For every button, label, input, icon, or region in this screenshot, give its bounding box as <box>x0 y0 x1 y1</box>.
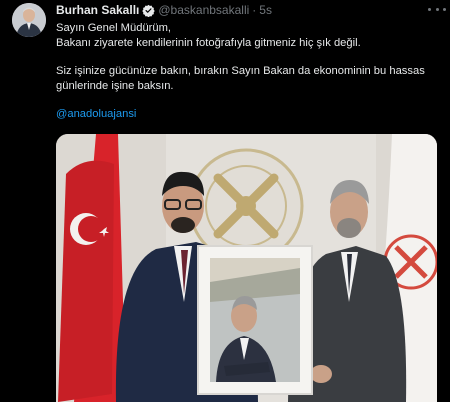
tweet-text: Sayın Genel Müdürüm, Bakanı ziyarete ken… <box>56 21 442 122</box>
author-handle[interactable]: @baskanbsakalli <box>158 3 249 17</box>
avatar-image <box>12 3 46 37</box>
photo-image <box>56 134 437 402</box>
tweet-container[interactable]: Burhan Sakallı @baskanbsakalli · 5s Sayı… <box>0 0 450 402</box>
author-name[interactable]: Burhan Sakallı <box>56 3 139 17</box>
framed-photograph <box>197 245 313 395</box>
more-options-icon[interactable] <box>428 2 446 16</box>
tweet-line: Bakanı ziyarete kendilerinin fotoğrafıyl… <box>56 37 361 49</box>
tweet-header: Burhan Sakallı @baskanbsakalli · 5s <box>56 2 444 18</box>
tweet-line: Sayın Genel Müdürüm, <box>56 22 172 34</box>
mention-link[interactable]: @anadoluajansi <box>56 107 442 122</box>
tweet-timestamp[interactable]: 5s <box>259 3 272 17</box>
tweet-photo[interactable] <box>56 134 437 402</box>
author-avatar[interactable] <box>12 3 46 37</box>
turkish-flag <box>58 134 126 402</box>
separator-dot: · <box>252 3 257 17</box>
tweet-line: günlerinde işine baksın. <box>56 80 174 92</box>
verified-badge-icon <box>142 4 156 17</box>
tweet-line: Siz işinize gücünüze bakın, bırakın Sayı… <box>56 65 425 77</box>
